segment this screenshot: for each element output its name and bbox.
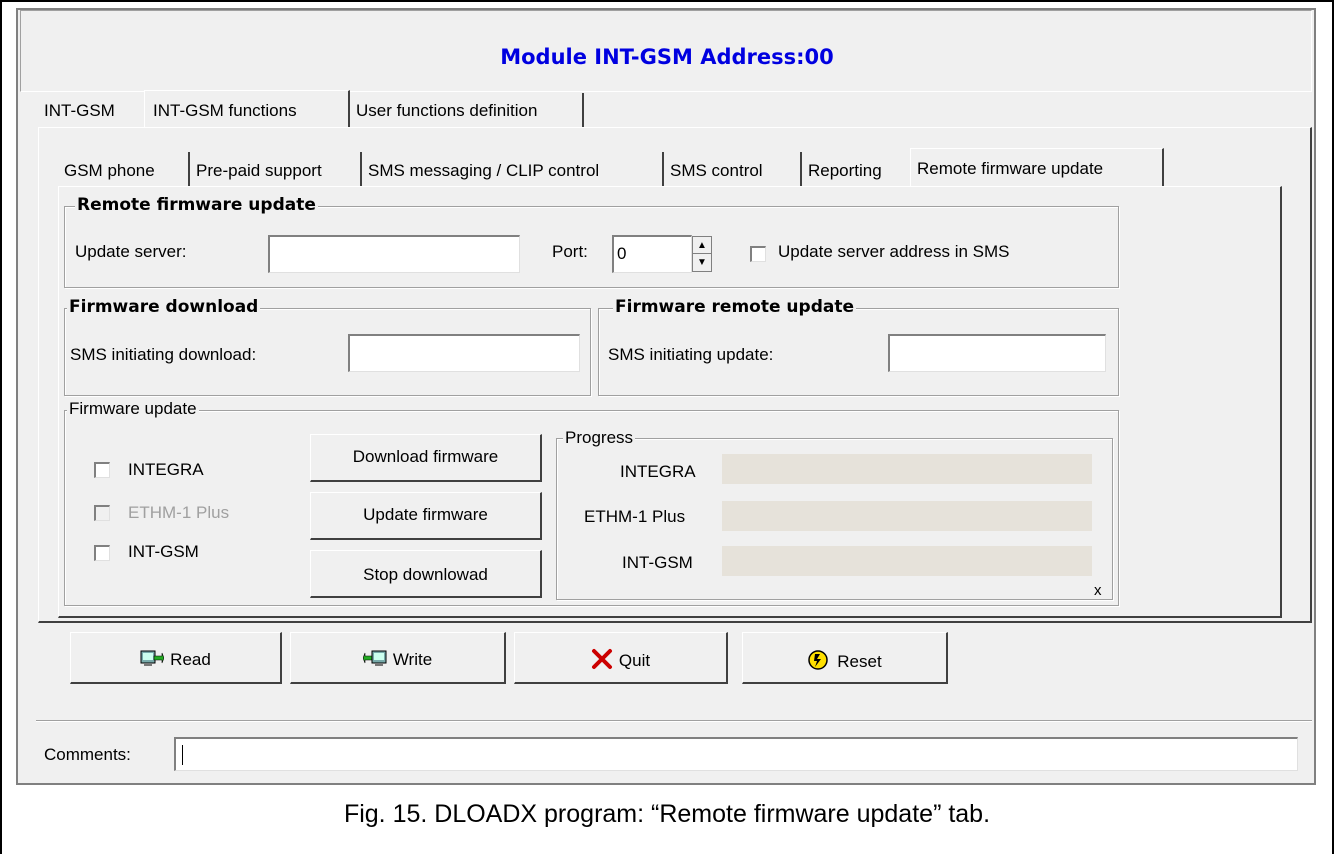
tab-sms-messaging-clip-control[interactable]: SMS messaging / CLIP control <box>362 152 664 186</box>
sms-download-label: SMS initiating download: <box>70 345 257 364</box>
group-title: Firmware update <box>67 399 199 419</box>
read-button[interactable]: Read <box>70 632 282 684</box>
tab-user-functions-definition[interactable]: User functions definition <box>352 93 584 127</box>
reset-icon <box>808 650 829 670</box>
group-title: Firmware download <box>67 297 261 317</box>
tab-int-gsm[interactable]: INT-GSM <box>40 93 140 127</box>
comments-label: Comments: <box>44 745 131 764</box>
spin-up-icon[interactable]: ▲ <box>693 237 711 254</box>
read-button-label: Read <box>170 650 211 669</box>
read-icon <box>140 650 165 666</box>
progress-ethm-label: ETHM-1 Plus <box>584 507 686 526</box>
group-title: Remote firmware update <box>75 195 318 215</box>
progress-int-gsm-label: INT-GSM <box>622 553 693 572</box>
tab-int-gsm-functions[interactable]: INT-GSM functions <box>144 90 350 127</box>
quit-button[interactable]: Quit <box>514 632 728 684</box>
progress-int-gsm-bar <box>722 546 1092 576</box>
progress-mark: x <box>1094 582 1102 599</box>
update-server-sms-checkbox[interactable] <box>750 246 766 262</box>
update-server-sms-label: Update server address in SMS <box>778 242 1010 261</box>
spin-down-icon[interactable]: ▼ <box>693 254 711 271</box>
ethm-checkbox-label: ETHM-1 Plus <box>128 503 230 522</box>
tab-sms-control[interactable]: SMS control <box>664 152 802 186</box>
tab-remote-firmware-update[interactable]: Remote firmware update <box>910 148 1164 186</box>
ethm-checkbox <box>94 505 110 521</box>
comments-input[interactable] <box>174 737 1298 771</box>
integra-checkbox[interactable] <box>94 462 110 478</box>
update-server-label: Update server: <box>75 242 187 261</box>
window-title: Module INT-GSM Address:00 <box>500 45 834 69</box>
group-title: Progress <box>563 428 636 448</box>
progress-ethm-bar <box>722 501 1092 531</box>
reset-button-label: Reset <box>837 652 882 671</box>
group-title: Firmware remote update <box>613 297 856 317</box>
download-firmware-button[interactable]: Download firmware <box>310 434 542 482</box>
port-spinner[interactable]: ▲ ▼ <box>692 236 712 272</box>
write-icon <box>362 650 387 666</box>
sms-update-input[interactable] <box>888 334 1106 372</box>
tab-reporting[interactable]: Reporting <box>802 152 906 186</box>
action-bar: Read Write Quit Reset <box>40 624 1312 714</box>
comments-separator <box>36 720 1312 722</box>
stop-download-button[interactable]: Stop downlowad <box>310 550 542 598</box>
sms-download-input[interactable] <box>348 334 580 372</box>
inner-tab-bar: GSM phone Pre-paid support SMS messaging… <box>58 148 1290 186</box>
int-gsm-checkbox[interactable] <box>94 545 110 561</box>
write-button-label: Write <box>392 650 433 669</box>
port-input[interactable]: 0 <box>612 235 692 273</box>
progress-integra-bar <box>722 454 1092 484</box>
port-label: Port: <box>552 242 588 261</box>
update-firmware-button[interactable]: Update firmware <box>310 492 542 540</box>
quit-button-label: Quit <box>618 651 651 670</box>
write-button[interactable]: Write <box>290 632 506 684</box>
sms-update-label: SMS initiating update: <box>608 345 774 364</box>
reset-button[interactable]: Reset <box>742 632 948 684</box>
quit-icon <box>591 649 612 669</box>
update-server-input[interactable] <box>268 235 520 273</box>
text-caret <box>182 745 183 765</box>
figure-caption: Fig. 15. DLOADX program: “Remote firmwar… <box>343 800 991 828</box>
tab-pre-paid-support[interactable]: Pre-paid support <box>190 152 362 186</box>
title-panel: Module INT-GSM Address:00 <box>20 10 1312 92</box>
integra-checkbox-label: INTEGRA <box>128 460 204 479</box>
int-gsm-checkbox-label: INT-GSM <box>128 542 199 561</box>
tab-gsm-phone[interactable]: GSM phone <box>58 152 190 186</box>
progress-integra-label: INTEGRA <box>620 462 696 481</box>
